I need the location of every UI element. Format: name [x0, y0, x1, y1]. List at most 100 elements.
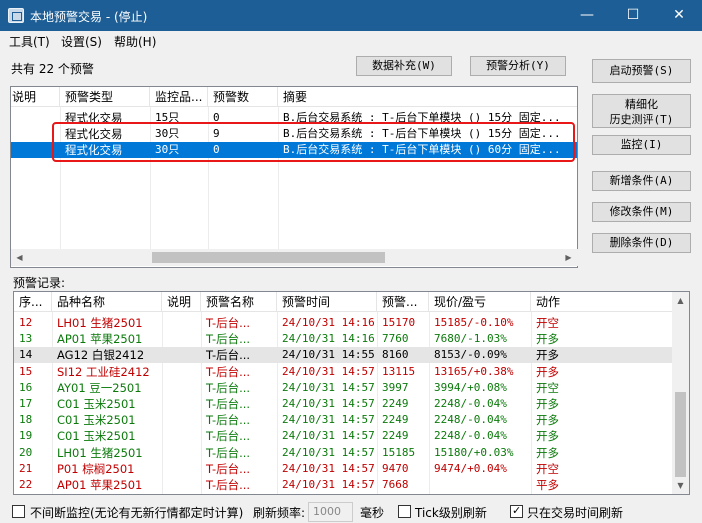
record-seq: 15 — [19, 364, 33, 378]
record-price-pnl: 2248/-0.04% — [434, 429, 507, 443]
col-action[interactable]: 动作 — [531, 292, 673, 312]
record-row[interactable]: 16 AY01 豆一2501 T-后台... 24/10/31 14:57 3997 39… — [14, 380, 673, 396]
record-row[interactable]: 15 SI12 工业硅2412 T-后台... 24/10/31 14:57 13115… — [14, 364, 673, 380]
col-summary[interactable]: 摘要 — [278, 87, 577, 107]
record-row[interactable]: 22 AP01 苹果2501 T-后台... 24/10/31 14:57 7668 平多 — [14, 477, 673, 493]
data-fill-button[interactable]: 数据补充(W) — [356, 56, 452, 76]
trading-time-only-checkbox[interactable] — [510, 504, 523, 518]
add-condition-button[interactable]: 新增条件(A) — [592, 171, 691, 191]
record-row[interactable]: 18 C01 玉米2501 T-后台... 24/10/31 14:57 2249 224… — [14, 412, 673, 428]
record-action: 开多 — [536, 429, 559, 444]
record-alert-name: T-后台... — [206, 348, 251, 363]
record-name: C01 玉米2501 — [57, 397, 136, 411]
col-seq[interactable]: 序... — [14, 292, 52, 312]
record-row[interactable]: 19 C01 玉米2501 T-后台... 24/10/31 14:57 2249 224… — [14, 428, 673, 444]
record-row[interactable]: 12 LH01 生猪2501 T-后台... 24/10/31 14:16 15170 1… — [14, 315, 673, 331]
record-alert-time: 24/10/31 14:57 — [282, 478, 375, 491]
alert-count: 0 — [213, 143, 220, 156]
record-alert-name: T-后台... — [206, 380, 251, 395]
record-row[interactable]: 14 AG12 白银2412 T-后台... 24/10/31 14:55 8160 81… — [14, 347, 673, 364]
record-alert-name: T-后台... — [206, 332, 251, 347]
refine-history-line2: 历史测评(T) — [609, 113, 674, 126]
record-seq: 19 — [19, 429, 33, 443]
alert-summary: B.后台交易系统 : T-后台下单模块 () 60分 固定... — [283, 143, 561, 156]
menu-tools[interactable]: 工具(T) — [9, 33, 50, 50]
col-name[interactable]: 品种名称 — [52, 292, 162, 312]
record-alert-price: 3997 — [382, 380, 409, 394]
col-alert-price[interactable]: 预警... — [377, 292, 429, 312]
alert-list-hscrollbar[interactable]: ◀ ▶ — [11, 249, 586, 266]
vscroll-thumb[interactable] — [675, 392, 686, 477]
record-alert-time: 24/10/31 14:57 — [282, 445, 375, 459]
scroll-down-icon[interactable]: ▼ — [672, 477, 689, 494]
alert-summary: B.后台交易系统 : T-后台下单模块 () 15分 固定... — [283, 127, 561, 140]
record-alert-price: 2249 — [382, 413, 409, 427]
record-seq: 20 — [19, 445, 33, 459]
col-alert-time[interactable]: 预警时间 — [277, 292, 377, 312]
record-alert-name: T-后台... — [206, 445, 251, 460]
col-price-pnl[interactable]: 现价/盈亏 — [429, 292, 531, 312]
alert-row[interactable]: 程式化交易 15只 0 B.后台交易系统 : T-后台下单模块 () 15分 固… — [11, 110, 577, 126]
menu-settings[interactable]: 设置(S) — [61, 33, 102, 50]
record-note — [162, 477, 201, 493]
record-alert-time: 24/10/31 14:57 — [282, 413, 375, 427]
continuous-monitor-checkbox[interactable] — [12, 505, 25, 518]
record-name: P01 棕榈2501 — [57, 461, 135, 476]
scroll-left-icon[interactable]: ◀ — [11, 249, 28, 266]
scroll-up-icon[interactable]: ▲ — [672, 292, 689, 309]
record-list[interactable]: 序... 品种名称 说明 预警名称 预警时间 预警... 现价/盈亏 动作 12… — [13, 291, 690, 495]
alert-type: 程式化交易 — [65, 143, 123, 157]
refresh-rate-input[interactable]: 1000 — [308, 502, 353, 522]
record-alert-price: 7668 — [382, 478, 409, 491]
alert-monitor: 30只 — [155, 127, 180, 140]
record-name: SI12 工业硅2412 — [57, 364, 150, 379]
col-note[interactable]: 说明 — [162, 292, 201, 312]
record-note — [162, 380, 201, 396]
alert-analysis-button[interactable]: 预警分析(Y) — [470, 56, 566, 76]
app-icon — [8, 8, 24, 23]
record-note — [162, 445, 201, 461]
record-alert-time: 24/10/31 14:57 — [282, 397, 375, 410]
start-alert-button[interactable]: 启动预警(S) — [592, 59, 691, 83]
delete-condition-button[interactable]: 删除条件(D) — [592, 233, 691, 253]
record-note — [162, 315, 201, 331]
menu-help[interactable]: 帮助(H) — [114, 33, 156, 50]
hscroll-thumb[interactable] — [152, 252, 385, 263]
record-action: 开多 — [536, 364, 559, 379]
record-name: LH01 生猪2501 — [57, 316, 143, 330]
col-alert-name[interactable]: 预警名称 — [201, 292, 277, 312]
tick-refresh-checkbox[interactable] — [398, 505, 411, 518]
col-count[interactable]: 预警数 — [208, 87, 278, 107]
record-price-pnl: 2248/-0.04% — [434, 413, 507, 427]
close-button[interactable]: ✕ — [656, 0, 702, 31]
record-row[interactable]: 13 AP01 苹果2501 T-后台... 24/10/31 14:16 7760 76… — [14, 331, 673, 347]
record-row[interactable]: 20 LH01 生猪2501 T-后台... 24/10/31 14:57 15185 1… — [14, 445, 673, 461]
maximize-button[interactable]: ☐ — [610, 0, 656, 31]
alert-row[interactable]: 程式化交易 30只 9 B.后台交易系统 : T-后台下单模块 () 15分 固… — [11, 126, 577, 142]
record-seq: 16 — [19, 380, 33, 394]
record-row[interactable]: 17 C01 玉米2501 T-后台... 24/10/31 14:57 2249 224… — [14, 396, 673, 412]
col-monitor[interactable]: 监控品... — [150, 87, 208, 107]
col-note[interactable]: 说明 — [11, 87, 60, 107]
alert-row-selected[interactable]: 程式化交易 30只 0 B.后台交易系统 : T-后台下单模块 () 60分 固… — [11, 142, 577, 158]
record-name: AP01 苹果2501 — [57, 478, 143, 492]
record-note — [162, 428, 201, 444]
modify-condition-button[interactable]: 修改条件(M) — [592, 202, 691, 222]
record-price-pnl: 3994/+0.08% — [434, 380, 507, 394]
record-row[interactable]: 21 P01 棕榈2501 T-后台... 24/10/31 14:57 9470 947… — [14, 461, 673, 477]
scroll-right-icon[interactable]: ▶ — [560, 249, 577, 266]
alert-list[interactable]: 说明 预警类型 监控品... 预警数 摘要 程式化交易 15只 0 B.后台交易… — [10, 86, 578, 268]
ms-label: 毫秒 — [360, 506, 385, 520]
alert-type: 程式化交易 — [65, 127, 123, 141]
record-alert-price: 13115 — [382, 364, 416, 378]
alert-count: 0 — [213, 111, 220, 124]
col-type[interactable]: 预警类型 — [60, 87, 150, 107]
record-action: 开多 — [536, 397, 559, 411]
record-list-vscrollbar[interactable]: ▲ ▼ — [672, 292, 689, 494]
refine-history-button[interactable]: 精细化 历史测评(T) — [592, 94, 691, 128]
monitor-button[interactable]: 监控(I) — [592, 135, 691, 155]
minimize-button[interactable]: — — [564, 0, 610, 31]
record-note — [162, 347, 201, 363]
record-alert-name: T-后台... — [206, 316, 251, 330]
record-price-pnl: 2248/-0.04% — [434, 397, 507, 410]
